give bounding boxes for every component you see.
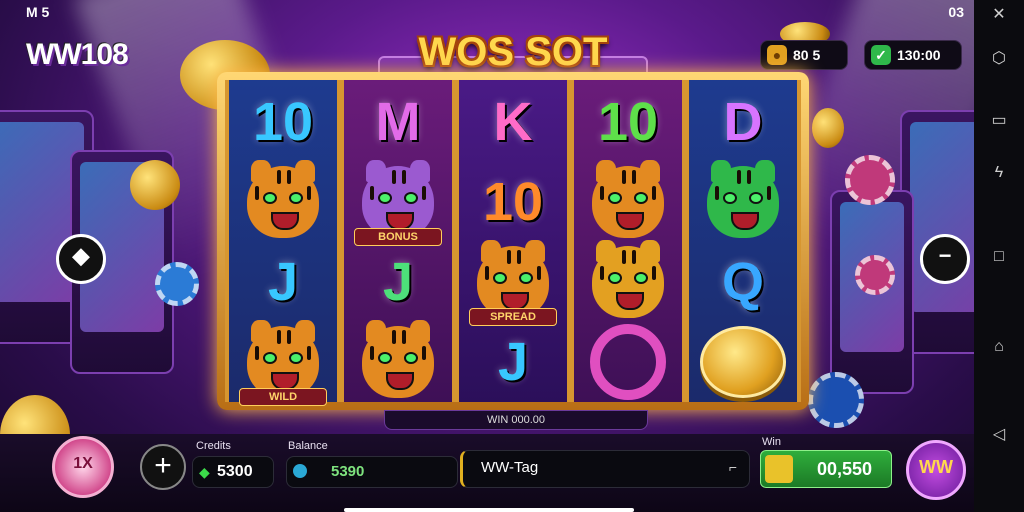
- tiger-icon: [707, 160, 779, 238]
- symbol-plaque: WILD: [239, 388, 327, 406]
- symbol-d: D: [723, 92, 763, 152]
- add-button[interactable]: +: [140, 444, 186, 490]
- reels-area[interactable]: 10 J WILD M BONUS J K 10 SPREAD J 10 D Q: [225, 80, 801, 406]
- plus-icon: +: [154, 449, 172, 482]
- reel-2: M BONUS J: [340, 80, 456, 402]
- win-icon: [765, 455, 793, 483]
- autoplay-label: 1X: [73, 455, 93, 472]
- credits-value: 5300: [217, 463, 253, 480]
- hexagon-icon[interactable]: ⬡: [986, 46, 1012, 72]
- coin-icon: ●: [767, 45, 787, 65]
- home-indicator[interactable]: [344, 508, 634, 512]
- reel-1: 10 J WILD: [225, 80, 341, 406]
- win-box: 00,550: [760, 450, 892, 488]
- symbol-j: J: [267, 252, 299, 312]
- status-bar: M 5 03: [26, 4, 964, 22]
- message-field[interactable]: WW-Tag ⌐: [460, 450, 750, 488]
- square-icon[interactable]: □: [986, 244, 1012, 270]
- coins-value: 80 5: [793, 47, 821, 63]
- coin-bg: [812, 108, 844, 148]
- close-icon[interactable]: ✕: [986, 2, 1012, 28]
- balance-label: Balance: [288, 440, 328, 452]
- tiger-icon: [362, 320, 434, 398]
- reel-symbol: [348, 312, 448, 412]
- cash-icon: ◆: [199, 464, 210, 480]
- symbol-10: 10: [252, 92, 314, 152]
- tiger-icon: [592, 160, 664, 238]
- chat-icon: ⌐: [728, 459, 737, 475]
- info-button[interactable]: ◆: [56, 234, 106, 284]
- balance-pill[interactable]: ✓ 130:00: [864, 40, 962, 70]
- symbol-m: M: [375, 92, 421, 152]
- credits-box: ◆ 5300: [192, 456, 274, 488]
- autoplay-button[interactable]: 1X: [52, 436, 114, 498]
- win-label: Win: [762, 436, 781, 448]
- symbol-10: 10: [597, 92, 659, 152]
- coins-pill[interactable]: ● 80 5: [760, 40, 848, 70]
- coin-bg: [130, 160, 180, 210]
- win-value: 00,550: [817, 459, 873, 479]
- chip-bg: [808, 372, 864, 428]
- balance-value: 5390: [331, 463, 365, 480]
- balance-pill-value: 130:00: [897, 47, 941, 63]
- symbol-q: Q: [721, 252, 764, 312]
- chip-bg: [155, 262, 199, 306]
- minus-button[interactable]: −: [920, 234, 970, 284]
- credits-label: Credits: [196, 440, 231, 452]
- status-left: M 5: [26, 4, 50, 20]
- globe-icon: [293, 464, 307, 478]
- reels-frame: 10 J WILD M BONUS J K 10 SPREAD J 10 D Q: [217, 72, 809, 410]
- spin-label: WW: [919, 457, 953, 477]
- spin-button[interactable]: WW: [906, 440, 966, 500]
- balance-box: 5390: [286, 456, 458, 488]
- tiger-icon: [592, 240, 664, 318]
- minus-icon: −: [938, 243, 952, 268]
- gold-coin-icon: [700, 326, 786, 398]
- reel-symbol: [578, 312, 678, 412]
- check-icon: ✓: [871, 45, 891, 65]
- reel-5: DQ: [685, 80, 801, 402]
- brand-logo: WW108: [26, 38, 129, 71]
- home-icon[interactable]: ⌂: [986, 334, 1012, 360]
- swirl-icon: [590, 324, 666, 400]
- reel-4: 10: [570, 80, 686, 402]
- tiger-icon: [247, 160, 319, 238]
- back-icon[interactable]: ◁: [986, 422, 1012, 448]
- reel-symbol: WILD: [233, 312, 333, 412]
- game-title: WOS SOT: [418, 30, 608, 74]
- symbol-j: J: [382, 252, 414, 312]
- status-right: 03: [948, 4, 964, 20]
- reel-symbol: J: [463, 312, 563, 412]
- symbol-10: 10: [482, 172, 544, 232]
- chip-bg: [845, 155, 895, 205]
- share-icon[interactable]: ϟ: [986, 160, 1012, 186]
- symbol-j: J: [497, 332, 529, 392]
- navigation-bar: ✕ ⬡ ▭ ϟ □ ⌂ ◁: [974, 0, 1024, 512]
- reel-symbol: [693, 312, 793, 412]
- rect-icon[interactable]: ▭: [986, 108, 1012, 134]
- info-icon: ◆: [72, 243, 90, 268]
- symbol-k: K: [493, 92, 533, 152]
- message-text: WW-Tag: [481, 459, 539, 476]
- reel-3: K 10 SPREAD J: [455, 80, 571, 402]
- win-label-strip: WIN 000.00: [384, 410, 648, 430]
- chip-bg: [855, 255, 895, 295]
